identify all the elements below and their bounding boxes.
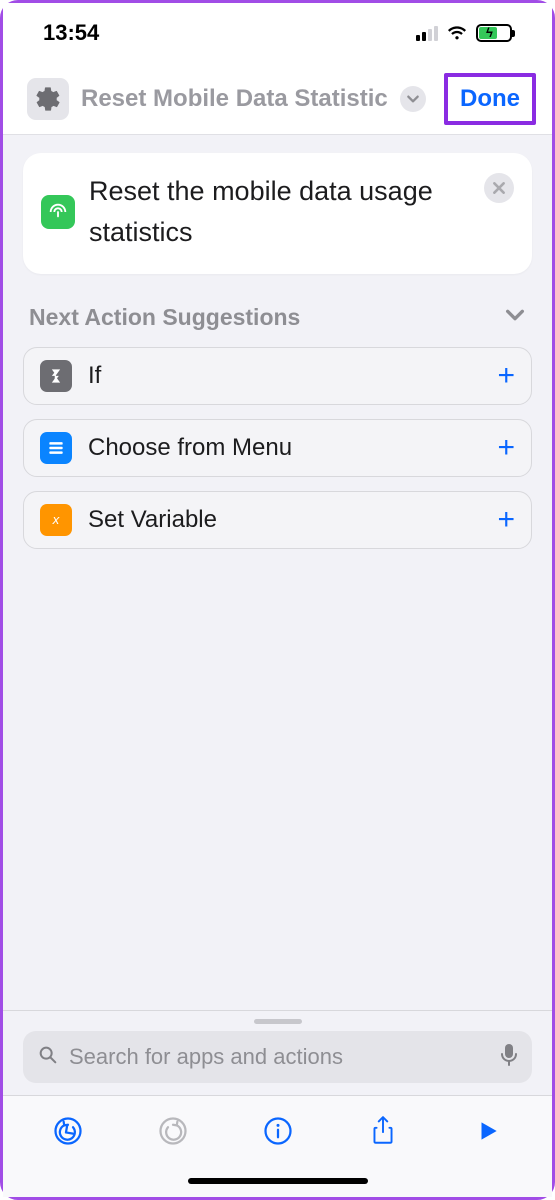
search-bar[interactable] [23,1031,532,1083]
cellular-icon [416,25,438,41]
toolbar [3,1095,552,1165]
redo-button [151,1109,195,1153]
svg-text:x: x [52,512,61,527]
action-card[interactable]: Reset the mobile data usage statistics [23,153,532,274]
suggestions-header[interactable]: Next Action Suggestions [23,274,532,347]
settings-app-icon[interactable] [27,78,69,120]
nav-bar: Reset Mobile Data Statistics Done [3,63,552,135]
add-suggestion-button[interactable]: + [497,361,515,391]
undo-button[interactable] [46,1109,90,1153]
action-title: Reset the mobile data usage statistics [89,171,514,252]
variable-icon: x [40,504,72,536]
status-bar: 13:54 ϟ [3,3,552,63]
suggestion-choose-from-menu[interactable]: Choose from Menu + [23,419,532,477]
mobile-data-icon [41,195,75,229]
suggestion-label: Choose from Menu [88,434,481,462]
shortcut-title[interactable]: Reset Mobile Data Statistics [81,85,388,113]
drag-handle[interactable] [3,1011,552,1031]
search-icon [37,1044,59,1071]
title-menu-chevron-icon[interactable] [400,86,426,112]
done-button[interactable]: Done [444,73,536,125]
content-area: Reset the mobile data usage statistics N… [3,135,552,1010]
suggestion-set-variable[interactable]: x Set Variable + [23,491,532,549]
info-button[interactable] [256,1109,300,1153]
run-button[interactable] [466,1109,510,1153]
wifi-icon [446,25,468,41]
microphone-icon[interactable] [500,1043,518,1072]
battery-icon: ϟ [476,24,512,42]
chevron-down-icon [504,304,526,331]
status-time: 13:54 [43,20,99,46]
add-suggestion-button[interactable]: + [497,433,515,463]
search-input[interactable] [69,1044,490,1070]
status-icons: ϟ [416,24,512,42]
add-suggestion-button[interactable]: + [497,505,515,535]
menu-icon [40,432,72,464]
if-icon [40,360,72,392]
clear-action-button[interactable] [484,173,514,203]
share-button[interactable] [361,1109,405,1153]
suggestion-if[interactable]: If + [23,347,532,405]
suggestion-label: Set Variable [88,506,481,534]
suggestions-header-label: Next Action Suggestions [29,304,300,331]
home-indicator[interactable] [3,1165,552,1197]
bottom-panel [3,1010,552,1197]
suggestion-label: If [88,362,481,390]
